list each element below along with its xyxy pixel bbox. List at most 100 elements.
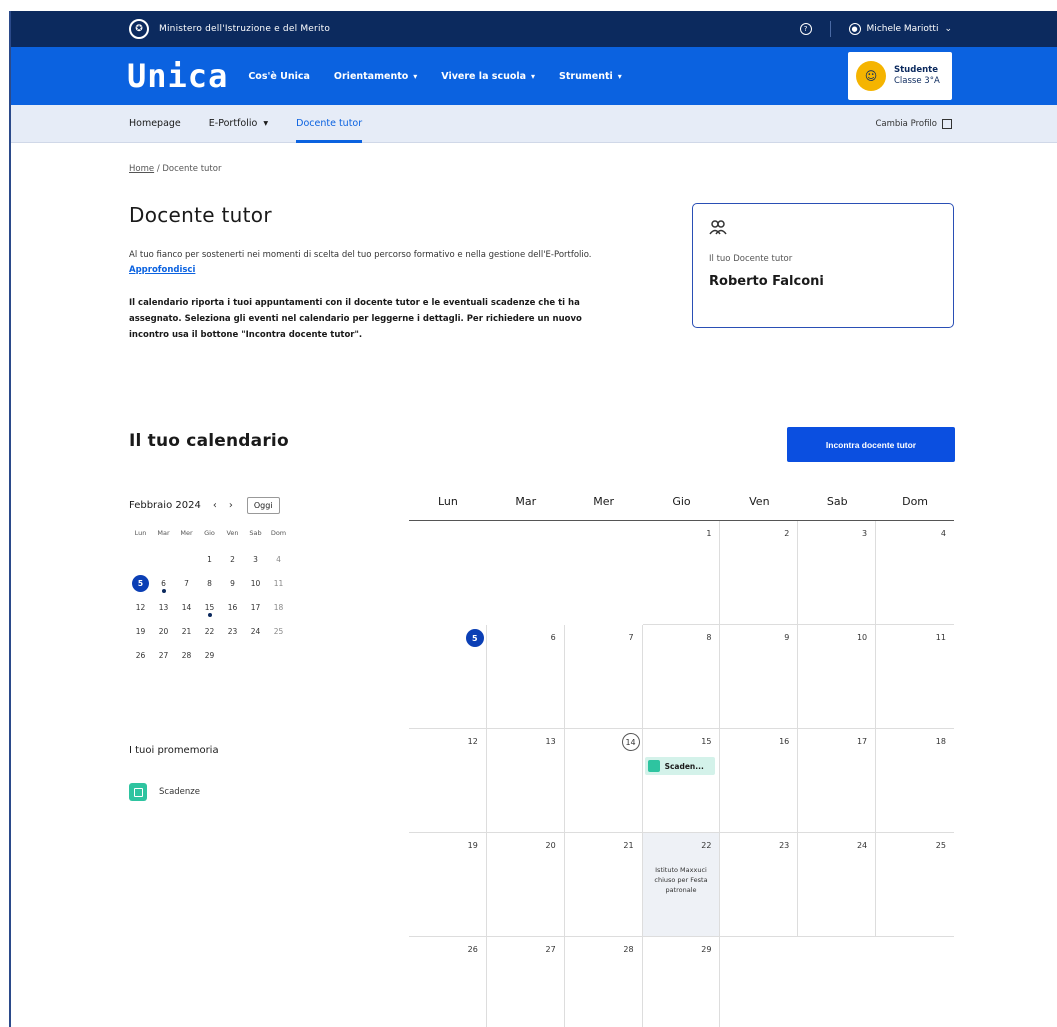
mini-day[interactable]: 3 — [244, 547, 267, 571]
event-dot — [207, 613, 212, 617]
calendar-day[interactable]: 9 — [720, 625, 799, 729]
calendar-day[interactable]: 15 Scaden... — [642, 729, 721, 833]
mini-day[interactable]: 4 — [267, 547, 290, 571]
approfondisci-link[interactable]: Approfondisci — [129, 265, 195, 275]
mini-day[interactable]: 16 — [221, 595, 244, 619]
mini-day-number: 24 — [250, 626, 261, 636]
calendar-day[interactable]: 22 Istituto Maxxuci chiuso per Festa patr… — [642, 833, 721, 937]
mini-day[interactable]: 2 — [221, 547, 244, 571]
mini-day[interactable]: 11 — [267, 571, 290, 595]
mini-calendar-header: Febbraio 2024 ‹ › Oggi — [129, 495, 329, 515]
mini-day[interactable]: 23 — [221, 619, 244, 643]
nav-item-cose-unica[interactable]: Cos'è Unica — [248, 71, 310, 82]
mini-day[interactable]: 14 — [175, 595, 198, 619]
breadcrumb-home[interactable]: Home — [129, 164, 154, 174]
mini-day[interactable]: 8 — [198, 571, 221, 595]
mini-day[interactable]: 27 — [152, 643, 175, 667]
prev-month-icon[interactable]: ‹ — [213, 500, 217, 511]
calendar-day[interactable]: 14 — [564, 729, 643, 833]
mini-day[interactable]: 26 — [129, 643, 152, 667]
day-number: 14 — [621, 733, 640, 751]
mini-day[interactable]: 29 — [198, 643, 221, 667]
mini-day[interactable]: 28 — [175, 643, 198, 667]
tutor-name: Roberto Falconi — [709, 274, 824, 289]
mini-day[interactable]: 12 — [129, 595, 152, 619]
mini-day[interactable]: 21 — [175, 619, 198, 643]
mini-day[interactable]: 7 — [175, 571, 198, 595]
mini-day-number: 26 — [135, 650, 146, 660]
mini-day[interactable]: 15 — [198, 595, 221, 619]
nav-item-label: Cos'è Unica — [248, 70, 310, 82]
calendar-day[interactable]: 28 — [565, 937, 643, 1027]
mini-day[interactable]: 5 — [129, 571, 152, 595]
calendar-day[interactable]: 11 — [876, 625, 954, 729]
nav-item-strumenti[interactable]: Strumenti ▾ — [559, 71, 622, 82]
mini-day[interactable]: 17 — [244, 595, 267, 619]
mini-day[interactable]: 13 — [152, 595, 175, 619]
closure-note[interactable]: Istituto Maxxuci chiuso per Festa patron… — [647, 865, 716, 895]
mini-day[interactable]: 24 — [244, 619, 267, 643]
divider — [829, 21, 831, 37]
calendar-day[interactable]: 8 — [642, 625, 721, 729]
profile-switcher[interactable]: ☺ Studente Classe 3°A — [848, 52, 952, 100]
ministry-name[interactable]: Ministero dell'Istruzione e del Merito — [159, 24, 330, 34]
user-menu[interactable]: ● Michele Mariotti ⌄ — [848, 23, 952, 35]
calendar-day[interactable]: 17 — [798, 729, 877, 833]
subnav-eportfolio[interactable]: E-Portfolio ▾ — [209, 105, 268, 143]
calendar-day[interactable]: 20 — [486, 833, 565, 937]
calendar-day[interactable]: 19 — [409, 833, 487, 937]
deadline-event[interactable]: Scaden... — [644, 757, 716, 775]
calendar-day[interactable]: 16 — [720, 729, 799, 833]
app-frame: ✪ Ministero dell'Istruzione e del Merito… — [9, 11, 1057, 1027]
calendar-day[interactable]: 27 — [487, 937, 565, 1027]
calendar-day[interactable]: 5 — [409, 625, 487, 729]
top-bar: ✪ Ministero dell'Istruzione e del Merito… — [11, 11, 1057, 47]
calendar-day[interactable]: 25 — [876, 833, 954, 937]
mini-day[interactable]: 19 — [129, 619, 152, 643]
nav-item-orientamento[interactable]: Orientamento ▾ — [334, 71, 417, 82]
calendar-day[interactable]: 12 — [409, 729, 487, 833]
mini-day[interactable]: 6 — [152, 571, 175, 595]
user-icon: ● — [848, 23, 861, 35]
today-button[interactable]: Oggi — [246, 496, 280, 514]
calendar-day[interactable]: 7 — [564, 625, 643, 729]
calendar-day[interactable]: 10 — [798, 625, 877, 729]
mini-day[interactable]: 1 — [198, 547, 221, 571]
calendar-day[interactable]: 29 — [643, 937, 721, 1027]
calendar-day[interactable]: 6 — [486, 625, 565, 729]
profile-role: Studente — [894, 65, 938, 75]
next-month-icon[interactable]: › — [229, 500, 233, 511]
reminder-item[interactable]: Scadenze — [129, 783, 200, 801]
mini-day[interactable]: 9 — [221, 571, 244, 595]
calendar-day[interactable]: 24 — [798, 833, 877, 937]
intro-text: Al tuo fianco per sostenerti nei momenti… — [129, 250, 592, 260]
calendar-day[interactable]: 4 — [876, 521, 954, 625]
day-number: 16 — [779, 737, 790, 746]
mini-day[interactable]: 20 — [152, 619, 175, 643]
unica-logo[interactable]: Unica — [127, 57, 228, 95]
mini-day[interactable]: 22 — [198, 619, 221, 643]
subnav-homepage[interactable]: Homepage — [129, 105, 181, 143]
mini-day-number: 4 — [276, 554, 281, 564]
calendar-day[interactable]: 3 — [798, 521, 877, 625]
mini-day[interactable]: 25 — [267, 619, 290, 643]
subnav-docente-tutor[interactable]: Docente tutor — [296, 105, 363, 143]
day-number: 5 — [465, 629, 484, 647]
calendar-day[interactable]: 18 — [876, 729, 954, 833]
calendar-day[interactable]: 2 — [720, 521, 799, 625]
chevron-down-icon: ⌄ — [944, 24, 952, 34]
meet-tutor-button[interactable]: Incontra docente tutor — [787, 427, 955, 462]
nav-item-vivere-la-scuola[interactable]: Vivere la scuola ▾ — [441, 71, 535, 82]
mini-day[interactable]: 18 — [267, 595, 290, 619]
mini-empty — [152, 547, 175, 571]
help-icon[interactable]: ? — [799, 23, 812, 35]
mini-day-number: 5 — [132, 574, 149, 592]
calendar-day[interactable]: 13 — [486, 729, 565, 833]
mini-day[interactable]: 10 — [244, 571, 267, 595]
calendar-day[interactable]: 26 — [409, 937, 487, 1027]
change-profile-link[interactable]: Cambia Profilo — [876, 118, 952, 129]
weekday-label: Ven — [749, 495, 770, 508]
calendar-day[interactable]: 1 — [642, 521, 721, 625]
calendar-day[interactable]: 21 — [564, 833, 643, 937]
calendar-day[interactable]: 23 — [720, 833, 799, 937]
